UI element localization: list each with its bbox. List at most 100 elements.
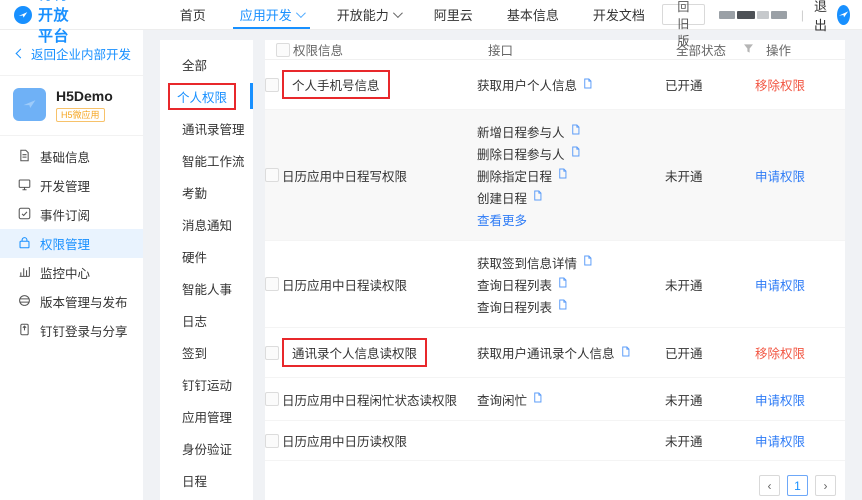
apply-permission-link[interactable]: 申请权限	[755, 394, 805, 408]
nav-item-open-ability[interactable]: 开放能力	[320, 0, 417, 29]
app-type-badge: H5微应用	[56, 108, 105, 122]
col-permission-info: 权限信息	[293, 40, 488, 59]
nav-item-basic-info[interactable]: 基本信息	[490, 0, 576, 29]
top-navbar: 钉钉开放平台 首页 应用开发 开放能力 阿里云 基本信息 开发文档 返回旧版 |…	[0, 0, 862, 30]
sidebar-menu: 基础信息 开发管理 事件订阅 权限管理 监控中心 版本管理与发布 钉钉登录与分享	[0, 136, 143, 345]
chevron-down-icon	[296, 8, 306, 18]
api-link[interactable]: 获取用户通讯录个人信息	[477, 343, 615, 362]
category-attendance[interactable]: 考勤	[160, 176, 253, 208]
logout-link[interactable]: 退出	[814, 0, 827, 34]
pagination: ‹ 1 ›	[265, 461, 845, 500]
sidebar-item-login-share[interactable]: 钉钉登录与分享	[0, 316, 143, 345]
back-to-old-version-button[interactable]: 返回旧版	[662, 4, 705, 25]
api-doc-icon[interactable]	[557, 299, 568, 313]
category-personal-permission[interactable]: 个人权限	[160, 80, 253, 112]
col-action: 操作	[766, 40, 845, 59]
api-doc-icon[interactable]	[570, 124, 581, 138]
api-link[interactable]: 获取签到信息详情	[477, 253, 577, 272]
category-app-management[interactable]: 应用管理	[160, 400, 253, 432]
api-doc-icon[interactable]	[557, 277, 568, 291]
category-calendar[interactable]: 日程	[160, 464, 253, 496]
api-doc-icon[interactable]	[582, 78, 593, 92]
page-1-button[interactable]: 1	[787, 475, 808, 496]
sidebar-item-dev-management[interactable]: 开发管理	[0, 171, 143, 200]
monitor-icon	[18, 178, 31, 194]
category-contacts[interactable]: 通讯录管理	[160, 112, 253, 144]
api-link[interactable]: 删除指定日程	[477, 166, 552, 185]
view-more-link[interactable]: 查看更多	[477, 210, 527, 229]
api-link[interactable]: 删除日程参与人	[477, 144, 565, 163]
api-link[interactable]: 创建日程	[477, 188, 527, 207]
table-row: 个人手机号信息 获取用户个人信息 已开通 移除权限	[265, 60, 845, 110]
nav-menu: 首页 应用开发 开放能力 阿里云 基本信息 开发文档	[163, 0, 662, 29]
row-checkbox[interactable]	[265, 346, 279, 360]
api-doc-icon[interactable]	[532, 392, 543, 406]
annotation-box: 个人权限	[168, 83, 236, 110]
api-link[interactable]: 查询闲忙	[477, 390, 527, 409]
prev-page-button[interactable]: ‹	[759, 475, 780, 496]
nav-item-home[interactable]: 首页	[163, 0, 223, 29]
nav-item-aliyun[interactable]: 阿里云	[417, 0, 490, 29]
select-all-checkbox[interactable]	[276, 43, 290, 57]
category-log[interactable]: 日志	[160, 304, 253, 336]
table-row: 通讯录个人信息读权限 获取用户通讯录个人信息 已开通 移除权限	[265, 328, 845, 378]
table-row: 日历应用中日程写权限 新增日程参与人 删除日程参与人 删除指定日程 创建日程 查…	[265, 110, 845, 241]
api-doc-icon[interactable]	[582, 255, 593, 269]
category-smart-hr[interactable]: 智能人事	[160, 272, 253, 304]
category-message[interactable]: 消息通知	[160, 208, 253, 240]
lock-icon	[18, 236, 31, 252]
row-checkbox[interactable]	[265, 168, 279, 182]
api-link[interactable]: 新增日程参与人	[477, 122, 565, 141]
api-doc-icon[interactable]	[570, 146, 581, 160]
row-checkbox[interactable]	[265, 392, 279, 406]
status-text: 已开通	[665, 343, 755, 362]
apply-permission-link[interactable]: 申请权限	[755, 170, 805, 184]
nav-item-app-dev[interactable]: 应用开发	[223, 0, 320, 29]
table-row: 日历应用中日程闲忙状态读权限 查询闲忙 未开通 申请权限	[265, 378, 845, 421]
apply-permission-link[interactable]: 申请权限	[755, 435, 805, 449]
app-avatar	[13, 88, 46, 121]
category-identity[interactable]: 身份验证	[160, 432, 253, 464]
chevron-left-icon	[16, 49, 26, 59]
category-hardware[interactable]: 硬件	[160, 240, 253, 272]
api-doc-icon[interactable]	[532, 190, 543, 204]
status-text: 已开通	[665, 75, 755, 94]
apply-permission-link[interactable]: 申请权限	[755, 279, 805, 293]
category-checkin[interactable]: 签到	[160, 336, 253, 368]
next-page-button[interactable]: ›	[815, 475, 836, 496]
logo-title: 钉钉开放平台	[38, 0, 75, 46]
annotation-box: 通讯录个人信息读权限	[282, 338, 427, 367]
col-api: 接口	[488, 40, 676, 59]
sidebar-item-monitor-center[interactable]: 监控中心	[0, 258, 143, 287]
api-doc-icon[interactable]	[557, 168, 568, 182]
category-workflow[interactable]: 智能工作流	[160, 144, 253, 176]
left-sidebar: 返回企业内部开发 H5Demo H5微应用 基础信息 开发管理 事件订阅	[0, 30, 143, 500]
api-doc-icon[interactable]	[620, 346, 631, 360]
api-link[interactable]: 查询日程列表	[477, 297, 552, 316]
document-icon	[18, 149, 31, 165]
category-sport[interactable]: 钉钉运动	[160, 368, 253, 400]
category-all[interactable]: 全部	[160, 48, 253, 80]
nav-right: 返回旧版 | 退出	[662, 0, 850, 34]
status-text: 未开通	[665, 166, 755, 185]
row-checkbox[interactable]	[265, 434, 279, 448]
remove-permission-link[interactable]: 移除权限	[755, 79, 805, 93]
sidebar-item-permission-management[interactable]: 权限管理	[0, 229, 143, 258]
redacted-username	[719, 11, 787, 19]
row-checkbox[interactable]	[265, 78, 279, 92]
nav-item-dev-docs[interactable]: 开发文档	[576, 0, 662, 29]
dingtalk-logo[interactable]: 钉钉开放平台	[14, 0, 75, 46]
share-icon	[18, 323, 31, 339]
api-link[interactable]: 查询日程列表	[477, 275, 552, 294]
sidebar-item-basic-info[interactable]: 基础信息	[0, 142, 143, 171]
filter-icon[interactable]	[743, 43, 754, 57]
app-info-block: H5Demo H5微应用	[0, 76, 143, 136]
bar-chart-icon	[18, 265, 31, 281]
api-link[interactable]: 获取用户个人信息	[477, 75, 577, 94]
sidebar-item-version-release[interactable]: 版本管理与发布	[0, 287, 143, 316]
user-avatar[interactable]	[837, 5, 850, 25]
status-text: 未开通	[665, 390, 755, 409]
row-checkbox[interactable]	[265, 277, 279, 291]
sidebar-item-event-subscribe[interactable]: 事件订阅	[0, 200, 143, 229]
remove-permission-link[interactable]: 移除权限	[755, 347, 805, 361]
